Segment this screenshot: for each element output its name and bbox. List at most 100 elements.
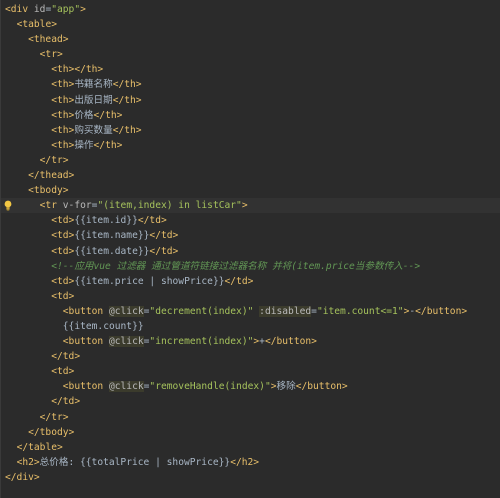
code-line[interactable]: <td>{{item.date}}</td> xyxy=(1,244,500,259)
code-line[interactable]: <tr> xyxy=(1,47,500,62)
code-line[interactable]: </thead> xyxy=(1,168,500,183)
code-line[interactable]: <td> xyxy=(1,289,500,304)
code-token: "removeHandle(index)" xyxy=(149,381,271,393)
code-line[interactable]: <td> xyxy=(1,364,500,379)
code-line[interactable]: </tr> xyxy=(1,410,500,425)
code-token: <tr> xyxy=(39,49,63,61)
code-token: </td> xyxy=(149,230,179,242)
code-line[interactable]: <table> xyxy=(1,17,500,32)
code-token: <th> xyxy=(51,139,75,151)
code-line[interactable]: <th>购买数量</th> xyxy=(1,123,500,138)
code-token: id xyxy=(33,4,46,15)
code-line[interactable]: <tbody> xyxy=(1,183,500,198)
code-line[interactable]: <div id="app"> xyxy=(1,2,500,17)
code-token: > xyxy=(80,4,86,15)
code-token: {{item.name}} xyxy=(74,230,150,242)
code-token: <table> xyxy=(16,19,57,31)
code-token: <th> xyxy=(51,124,75,136)
code-token: v-for xyxy=(62,200,92,212)
code-line[interactable]: </td> xyxy=(1,394,500,409)
code-line[interactable]: <th></th> xyxy=(1,62,500,77)
code-token: 购买数量 xyxy=(74,124,113,136)
code-token: </div> xyxy=(5,471,40,483)
code-token: <th> xyxy=(51,109,75,121)
code-token: 操作 xyxy=(74,139,94,151)
code-line[interactable]: <td>{{item.name}}</td> xyxy=(1,228,500,243)
code-token: </td> xyxy=(137,215,167,227)
code-line[interactable]: <h2>总价格: {{totalPrice | showPrice}}</h2> xyxy=(1,455,500,470)
code-line[interactable]: <th>出版日期</th> xyxy=(1,93,500,108)
code-token: </button> xyxy=(264,336,317,348)
code-token: "increment(index)" xyxy=(149,336,254,348)
code-line[interactable]: </div> xyxy=(1,470,500,485)
code-token: :disabled xyxy=(259,305,312,317)
code-line[interactable]: </tr> xyxy=(1,153,500,168)
code-token: 出版日期 xyxy=(74,94,113,106)
code-line[interactable]: </tbody> xyxy=(1,425,500,440)
code-token: </td> xyxy=(224,275,254,287)
code-line[interactable]: <td>{{item.price | showPrice}}</td> xyxy=(1,274,500,289)
code-token: <td> xyxy=(51,366,75,378)
code-token: 总价格: {{totalPrice | showPrice}} xyxy=(39,456,231,468)
code-line[interactable]: <button @click="removeHandle(index)">移除<… xyxy=(1,379,500,394)
code-line[interactable]: <th>书籍名称</th> xyxy=(1,77,500,92)
code-token: "(item,index) in listCar" xyxy=(97,200,242,212)
code-line[interactable]: </table> xyxy=(1,440,500,455)
code-token: <td> xyxy=(51,215,75,227)
code-token: > xyxy=(241,200,248,212)
code-line[interactable]: <button @click="increment(index)">+</but… xyxy=(1,334,500,349)
code-area[interactable]: <div id="app"> <table> <thead> <tr> <th>… xyxy=(1,2,500,485)
code-line[interactable]: <th>价格</th> xyxy=(1,108,500,123)
code-token: </td> xyxy=(149,245,179,257)
code-token: </tbody> xyxy=(28,426,75,438)
code-token: </th> xyxy=(112,94,142,106)
code-line[interactable]: </td> xyxy=(1,349,500,364)
code-line[interactable]: <tr v-for="(item,index) in listCar"> xyxy=(1,198,500,214)
code-line[interactable]: <td>{{item.id}}</td> xyxy=(1,213,500,228)
code-token: </tr> xyxy=(39,154,69,166)
code-editor[interactable]: <div id="app"> <table> <thead> <tr> <th>… xyxy=(0,0,500,498)
code-token: {{item.date}} xyxy=(74,245,150,257)
code-token: <button xyxy=(62,336,109,348)
code-token: 移除 xyxy=(276,381,296,393)
code-token: "decrement(index)" xyxy=(149,305,254,317)
code-line[interactable]: <button @click="decrement(index)" :disab… xyxy=(1,304,500,319)
code-token: <th> xyxy=(51,94,75,106)
code-token: <h2> xyxy=(16,456,40,468)
code-token: </button> xyxy=(295,381,348,393)
code-line[interactable]: <th>操作</th> xyxy=(1,138,500,153)
code-token: @click xyxy=(108,336,144,348)
code-token: </th> xyxy=(93,139,123,151)
code-line[interactable]: <!--应用vue 过滤器 通过管道符链接过滤器名称 并将(item.price… xyxy=(1,259,500,274)
code-line[interactable]: <thead> xyxy=(1,32,500,47)
code-token: @click xyxy=(108,305,144,317)
code-token: 价格 xyxy=(74,109,94,121)
code-token: </h2> xyxy=(230,456,260,468)
code-token: <tbody> xyxy=(28,185,69,197)
code-token: </th> xyxy=(112,79,142,91)
code-line[interactable]: {{item.count}} xyxy=(1,319,500,334)
code-token: </table> xyxy=(16,441,63,453)
code-token: <div xyxy=(5,4,34,15)
lightbulb-icon[interactable] xyxy=(4,200,12,211)
